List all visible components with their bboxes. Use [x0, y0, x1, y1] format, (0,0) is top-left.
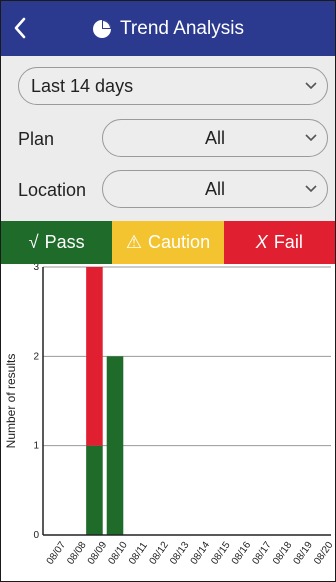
pass-label: Pass: [44, 232, 85, 252]
x-tick-label: 08/19: [292, 540, 316, 567]
x-tick-label: 08/16: [230, 540, 254, 567]
y-tick-label: 2: [33, 351, 39, 362]
x-tick-label: 08/11: [127, 540, 150, 567]
x-tick-label: 08/13: [168, 540, 192, 567]
caution-button[interactable]: ⚠ Caution: [112, 221, 224, 264]
period-select[interactable]: Last 14 days: [18, 67, 328, 105]
plan-select[interactable]: All: [102, 119, 328, 157]
y-axis-title: Number of results: [4, 354, 18, 449]
status-filter-bar: √ Pass ⚠ Caution X Fail: [1, 221, 335, 264]
plan-label: Plan: [18, 129, 55, 149]
results-bar-chart: 012308/0708/0808/0908/1008/1108/1208/130…: [4, 262, 335, 567]
x-tick-label: 08/15: [209, 540, 233, 567]
y-tick-label: 1: [33, 441, 39, 452]
pie-chart-icon: [93, 19, 112, 38]
warning-icon: ⚠: [125, 232, 143, 252]
bar-pass: [106, 356, 124, 535]
checkmark-icon: √: [28, 232, 39, 252]
caution-label: Caution: [148, 232, 211, 252]
page-title: Trend Analysis: [120, 17, 244, 39]
bar-fail: [86, 267, 103, 446]
filter-panel: Last 14 days Plan All Location All: [1, 56, 335, 221]
y-tick-label: 3: [33, 264, 39, 273]
app-frame: Trend Analysis Last 14 days Plan All Loc…: [0, 0, 336, 582]
x-tick-label: 08/10: [106, 540, 130, 567]
bar-pass: [86, 445, 103, 535]
x-tick-label: 08/17: [250, 540, 274, 567]
x-tick-label: 08/14: [189, 540, 213, 567]
top-bar: Trend Analysis: [1, 1, 335, 56]
location-value: All: [204, 178, 225, 199]
location-select[interactable]: All: [102, 170, 328, 208]
period-value: Last 14 days: [31, 75, 134, 96]
chart-area: 0 1 2 3 08/07 08/08 08/09 08/10 08/11 08/12 08/13 0…: [1, 262, 335, 581]
y-tick-label: 0: [33, 530, 39, 541]
location-label: Location: [18, 180, 87, 200]
title-group: Trend Analysis: [1, 1, 335, 56]
chevron-down-icon: [305, 171, 317, 207]
fail-label: Fail: [273, 232, 303, 252]
chevron-down-icon: [305, 68, 317, 104]
x-tick-label: 08/09: [86, 540, 110, 567]
x-tick-label: 08/08: [65, 540, 89, 567]
plan-value: All: [204, 127, 225, 148]
x-tick-label: 08/20: [312, 540, 335, 567]
x-tick-label: 08/18: [271, 540, 295, 567]
chevron-down-icon: [305, 120, 317, 156]
x-tick-label: 08/12: [148, 540, 172, 567]
x-tick-label: 08/07: [45, 540, 69, 567]
pass-button[interactable]: √ Pass: [1, 221, 113, 264]
x-icon: X: [255, 232, 268, 252]
fail-button[interactable]: X Fail: [223, 221, 335, 264]
